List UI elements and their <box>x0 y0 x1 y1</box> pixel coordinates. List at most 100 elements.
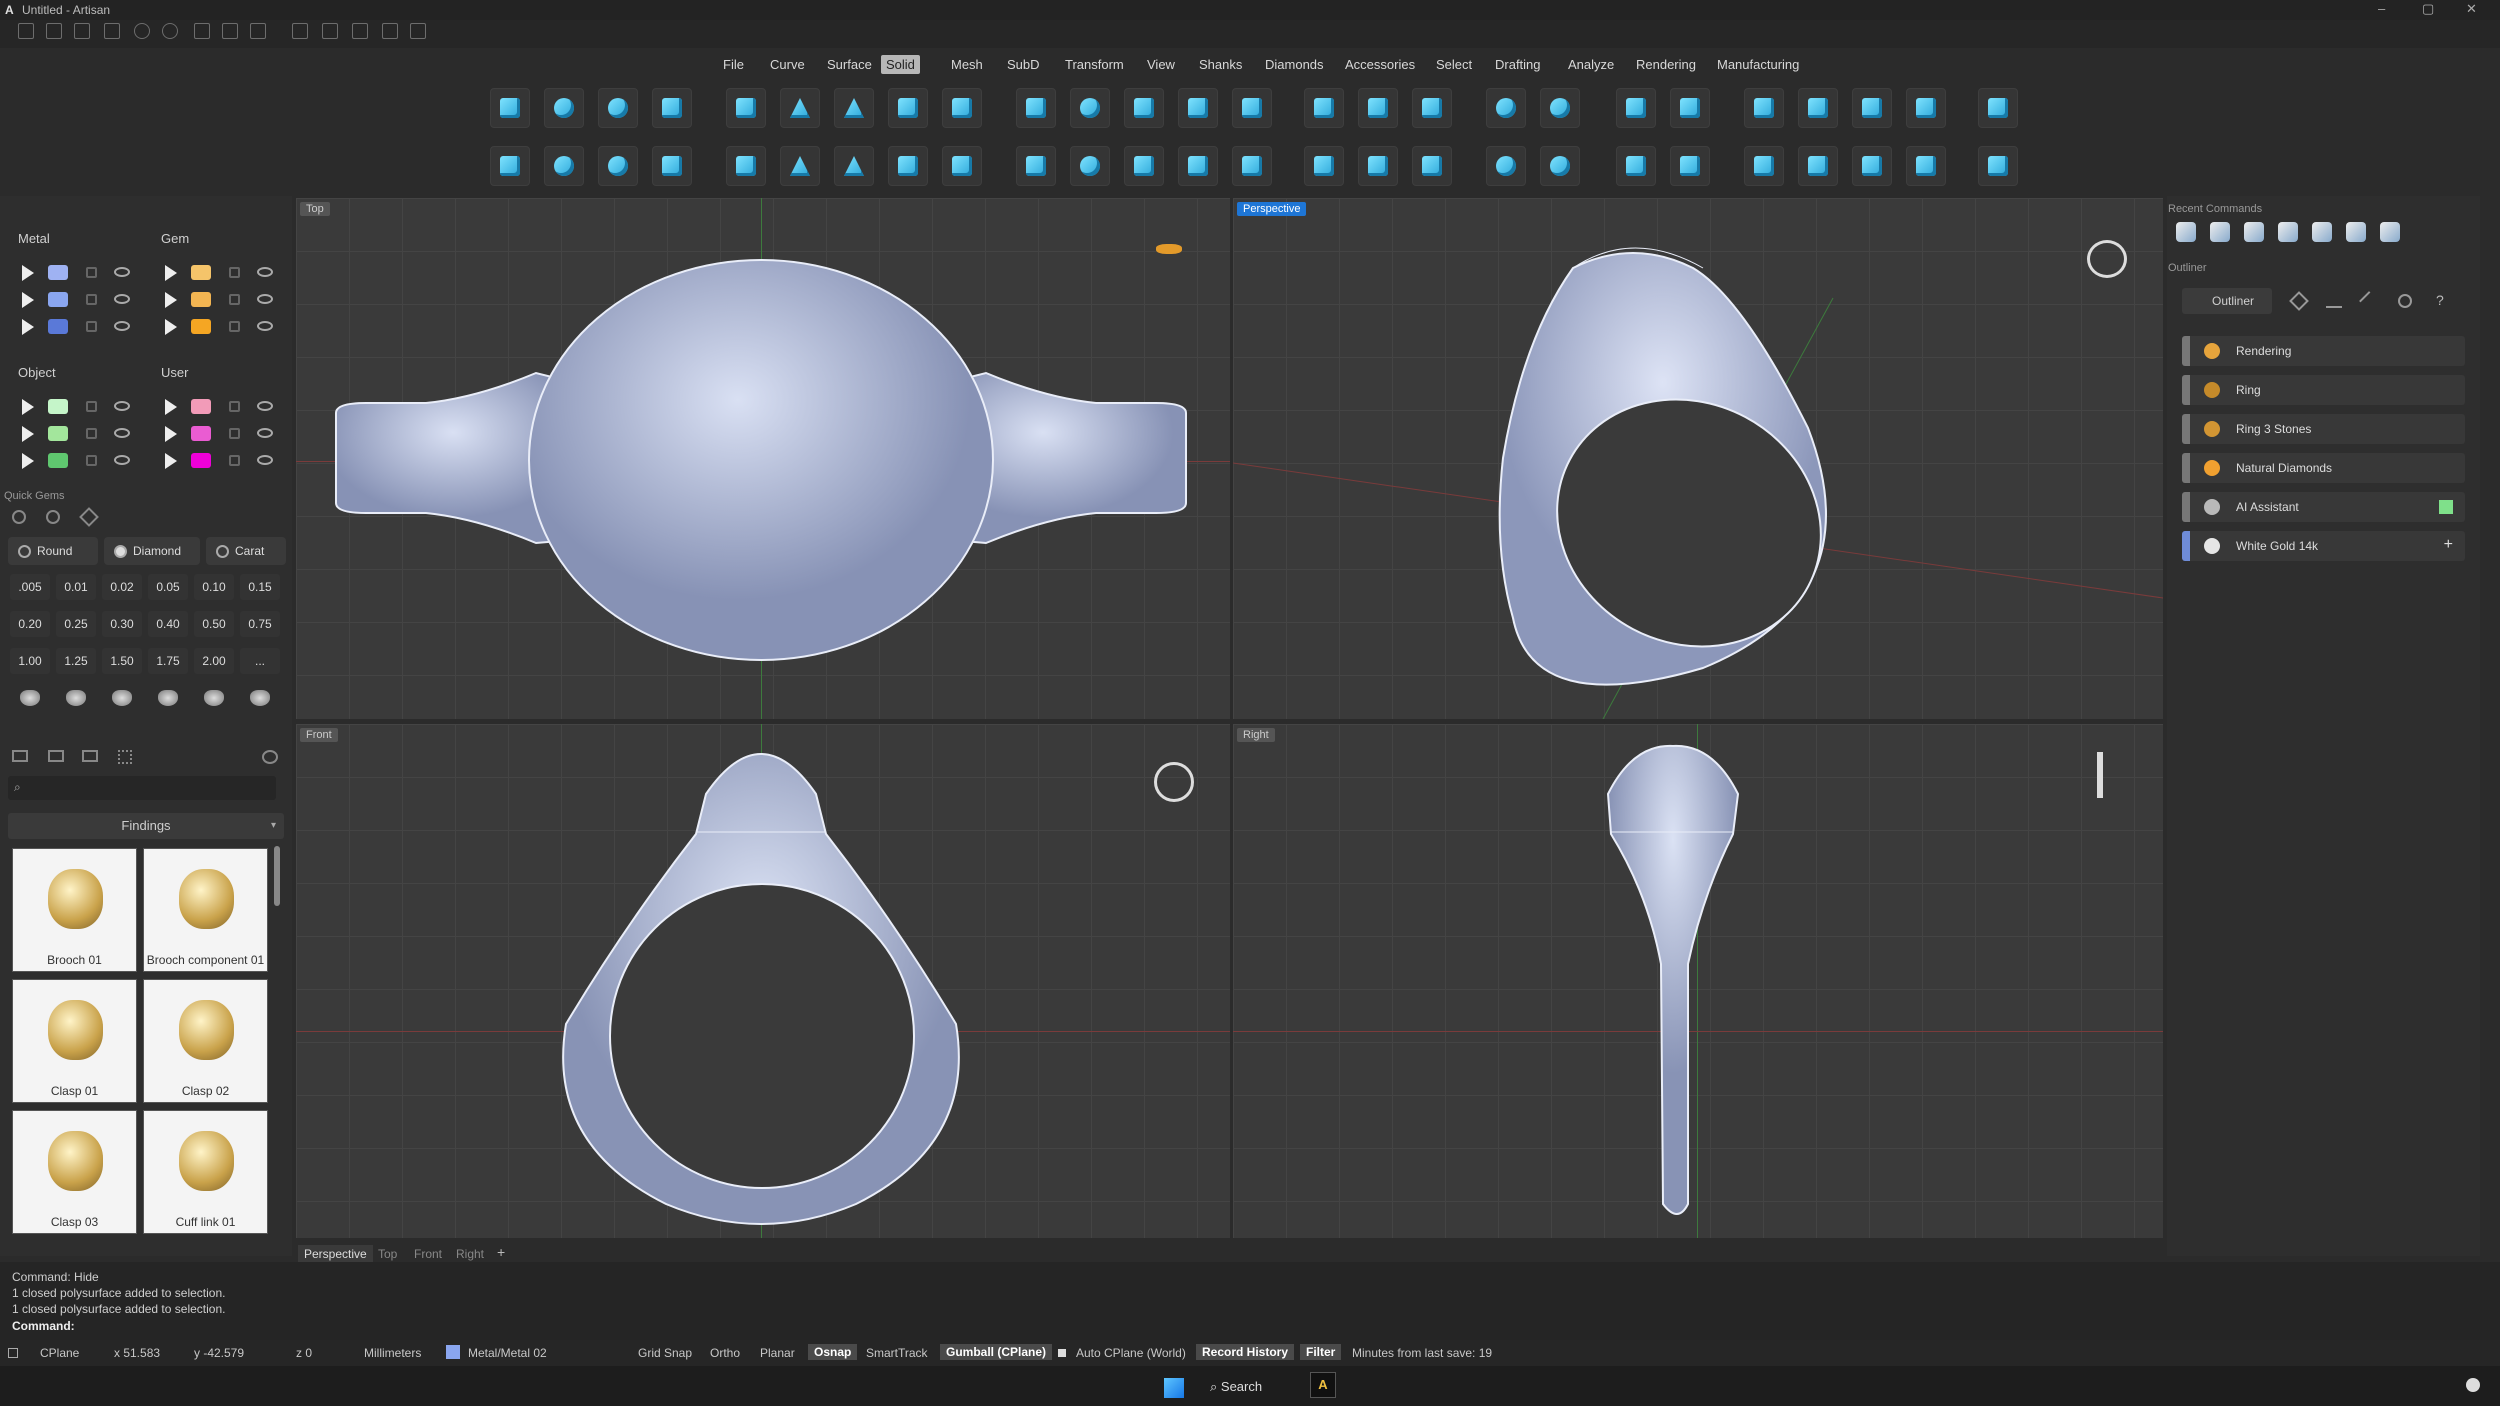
viewport-tab-perspective[interactable]: Perspective <box>298 1245 373 1263</box>
lock-icon[interactable] <box>86 455 97 466</box>
eye-icon[interactable] <box>257 321 273 331</box>
recent-command-icon[interactable] <box>2312 222 2332 242</box>
taskbar-search-button[interactable]: ⌕ Search <box>1210 1374 1290 1400</box>
gem-size-button[interactable]: 0.50 <box>194 611 234 637</box>
solid-tool-button-2-24[interactable] <box>1852 146 1892 186</box>
menu-diamonds[interactable]: Diamonds <box>1260 55 1329 74</box>
layer-expand-icon[interactable] <box>165 265 177 281</box>
recent-command-icon[interactable] <box>2278 222 2298 242</box>
ring-gumball-icon[interactable] <box>2087 240 2127 278</box>
library-refresh-icon[interactable] <box>262 750 278 764</box>
lock-icon[interactable] <box>86 294 97 305</box>
layer-color-swatch[interactable] <box>48 292 68 307</box>
refresh-icon[interactable] <box>2398 294 2412 308</box>
solid-tool-button-1-5[interactable] <box>726 88 766 128</box>
add-viewport-icon[interactable]: + <box>497 1244 505 1260</box>
gem-shape-icon[interactable] <box>250 690 270 706</box>
solid-tool-button-2-3[interactable] <box>598 146 638 186</box>
outliner-item[interactable]: AI Assistant <box>2182 492 2465 522</box>
solid-tool-button-1-15[interactable] <box>1304 88 1344 128</box>
gem-size-button[interactable]: 0.75 <box>240 611 280 637</box>
layer-color-swatch[interactable] <box>191 265 211 280</box>
command-prompt[interactable]: Command: <box>12 1319 75 1333</box>
solid-tool-button-2-6[interactable] <box>780 146 820 186</box>
viewport-top[interactable]: Top <box>296 198 1230 719</box>
gem-size-button[interactable]: .005 <box>10 574 50 600</box>
eye-icon[interactable] <box>114 267 130 277</box>
solid-tool-button-1-12[interactable] <box>1124 88 1164 128</box>
solid-tool-button-1-9[interactable] <box>942 88 982 128</box>
save-as-icon[interactable] <box>222 23 238 39</box>
solid-tool-button-2-7[interactable] <box>834 146 874 186</box>
lock-icon[interactable] <box>86 428 97 439</box>
library-item[interactable]: Clasp 03 <box>12 1110 137 1234</box>
solid-tool-button-1-13[interactable] <box>1178 88 1218 128</box>
solid-tool-button-2-9[interactable] <box>942 146 982 186</box>
lock-icon[interactable] <box>229 428 240 439</box>
gem-size-button[interactable]: 0.02 <box>102 574 142 600</box>
library-add-folder-icon[interactable] <box>48 750 64 762</box>
menu-rendering[interactable]: Rendering <box>1631 55 1701 74</box>
solid-tool-button-2-5[interactable] <box>726 146 766 186</box>
outliner-item[interactable]: Natural Diamonds <box>2182 453 2465 483</box>
menu-accessories[interactable]: Accessories <box>1340 55 1420 74</box>
library-item[interactable]: Cuff link 01 <box>143 1110 268 1234</box>
units-label[interactable]: Millimeters <box>364 1346 421 1360</box>
solid-tool-button-1-11[interactable] <box>1070 88 1110 128</box>
gear-tool-icon[interactable] <box>410 23 426 39</box>
solid-tool-button-1-8[interactable] <box>888 88 928 128</box>
library-grid-icon[interactable] <box>118 750 132 764</box>
solid-tool-button-1-24[interactable] <box>1852 88 1892 128</box>
gem-size-button[interactable]: ... <box>240 648 280 674</box>
library-scrollbar[interactable] <box>274 846 280 906</box>
gem-size-button[interactable]: 0.30 <box>102 611 142 637</box>
gem-shape-icon[interactable] <box>204 690 224 706</box>
eye-icon[interactable] <box>114 428 130 438</box>
layer-color-swatch[interactable] <box>48 426 68 441</box>
gem-size-button[interactable]: 2.00 <box>194 648 234 674</box>
gem-shape-icon[interactable] <box>20 690 40 706</box>
solid-tool-button-1-18[interactable] <box>1486 88 1526 128</box>
library-item[interactable]: Clasp 02 <box>143 979 268 1103</box>
eye-icon[interactable] <box>257 401 273 411</box>
menu-subd[interactable]: SubD <box>1002 55 1045 74</box>
solid-tool-button-2-18[interactable] <box>1486 146 1526 186</box>
start-windows-icon[interactable] <box>1164 1378 1184 1398</box>
add-material-icon[interactable]: + <box>2444 536 2453 554</box>
solid-tool-button-1-19[interactable] <box>1540 88 1580 128</box>
recent-command-icon[interactable] <box>2176 222 2196 242</box>
solid-tool-button-2-21[interactable] <box>1670 146 1710 186</box>
import-icon[interactable] <box>104 23 120 39</box>
layer-color-swatch[interactable] <box>191 292 211 307</box>
layer-color-swatch[interactable] <box>48 453 68 468</box>
layer-expand-icon[interactable] <box>165 319 177 335</box>
solid-tool-button-1-3[interactable] <box>598 88 638 128</box>
settings-ring-icon[interactable] <box>46 510 60 524</box>
balance-icon[interactable] <box>2326 294 2342 308</box>
solid-tool-button-2-12[interactable] <box>1124 146 1164 186</box>
tag-icon[interactable] <box>322 23 338 39</box>
layer-expand-icon[interactable] <box>22 453 34 469</box>
solid-tool-button-1-14[interactable] <box>1232 88 1272 128</box>
eye-icon[interactable] <box>114 455 130 465</box>
gem-size-button[interactable]: 1.75 <box>148 648 188 674</box>
eye-icon[interactable] <box>257 294 273 304</box>
new-file-icon[interactable] <box>18 23 34 39</box>
library-item[interactable]: Brooch 01 <box>12 848 137 972</box>
solid-tool-button-2-2[interactable] <box>544 146 584 186</box>
gem-material-diamond-chip[interactable]: Diamond <box>104 537 200 565</box>
eye-icon[interactable] <box>114 401 130 411</box>
solid-tool-button-2-20[interactable] <box>1616 146 1656 186</box>
menu-view[interactable]: View <box>1142 55 1180 74</box>
eye-icon[interactable] <box>114 294 130 304</box>
menu-shanks[interactable]: Shanks <box>1194 55 1247 74</box>
solid-tool-button-2-8[interactable] <box>888 146 928 186</box>
gem-size-button[interactable]: 1.00 <box>10 648 50 674</box>
viewport-tab-right[interactable]: Right <box>450 1245 490 1263</box>
layer-expand-icon[interactable] <box>22 292 34 308</box>
layer-color-swatch[interactable] <box>191 426 211 441</box>
layer-color-swatch[interactable] <box>191 453 211 468</box>
gem-size-button[interactable]: 0.20 <box>10 611 50 637</box>
solid-tool-button-2-19[interactable] <box>1540 146 1580 186</box>
artisan-taskbar-icon[interactable]: A <box>1310 1372 1336 1398</box>
